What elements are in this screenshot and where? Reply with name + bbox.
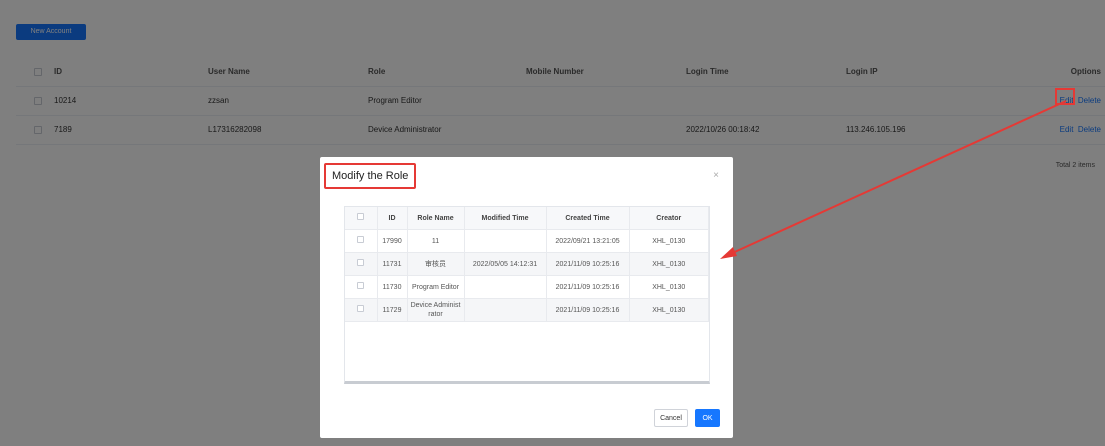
annotation-arrow-icon — [720, 100, 1067, 259]
